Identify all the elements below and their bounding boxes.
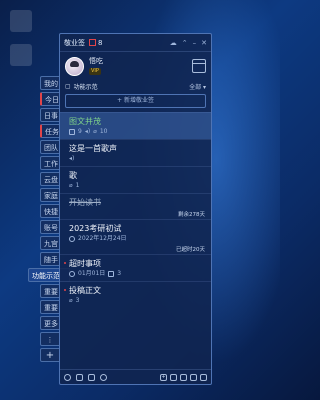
side-tab[interactable]: 账号: [40, 220, 60, 234]
note-item[interactable]: 开始读书: [60, 193, 211, 211]
side-tab[interactable]: 今日: [40, 92, 60, 106]
overdue-badge: 已超时20天: [176, 247, 205, 253]
app-title: 敬业签: [64, 38, 85, 47]
side-tab[interactable]: 工作: [40, 156, 60, 170]
side-tab[interactable]: 我的: [40, 76, 60, 90]
unread-count: 8: [89, 39, 102, 47]
note-title: 歌: [69, 171, 77, 180]
side-tab[interactable]: 日事: [40, 108, 60, 122]
user-name: 悟吃: [89, 57, 103, 65]
list-name: 功能示范: [73, 83, 98, 91]
notes-panel: 敬业签 8 ☁ ⌃ – ✕ 悟吃 VIP ▢ 功能示范 全部 ▾ + 新增敬业签…: [59, 33, 212, 385]
avatar[interactable]: [65, 56, 84, 76]
note-item[interactable]: 图文并茂 9 ◂) ⌀ 10: [60, 112, 211, 139]
add-tab-button[interactable]: +: [40, 348, 60, 362]
reminder-date: 01月01日: [78, 270, 106, 277]
note-count-icon: [89, 39, 96, 46]
note-title: 超时事项: [69, 259, 101, 268]
audio-icon: ◂): [69, 155, 75, 162]
overdue-dot: [64, 262, 66, 264]
clock-icon: [69, 235, 75, 242]
note-title: 图文并茂: [69, 117, 101, 126]
side-tab[interactable]: 团队: [40, 140, 60, 154]
remaining-badge: 剩余278天: [178, 212, 205, 218]
note-item[interactable]: 这是一首歌声 ◂): [60, 139, 211, 166]
minimize-icon[interactable]: –: [193, 39, 197, 47]
cloud-icon[interactable]: ☁: [170, 39, 177, 47]
note-item[interactable]: 投稿正文 ⌀ 3: [60, 281, 211, 308]
side-tab[interactable]: 随手: [40, 252, 60, 266]
side-tab[interactable]: 快捷: [40, 204, 60, 218]
side-tab[interactable]: 重要: [40, 284, 60, 298]
side-tab[interactable]: 更多: [40, 316, 60, 330]
note-item[interactable]: 超时事项 01月01日 3: [60, 254, 211, 281]
attachment-icon: ⌀: [69, 182, 73, 189]
note-item[interactable]: 歌 ⌀ 1: [60, 166, 211, 193]
attachment-icon: ⌀: [69, 297, 73, 304]
calendar-check-icon[interactable]: [76, 373, 83, 381]
count-value: 8: [98, 38, 103, 47]
image-count: 9: [78, 128, 82, 135]
note-title: 开始读书: [69, 198, 101, 207]
search-icon[interactable]: [100, 373, 107, 381]
bottom-toolbar: +: [60, 369, 211, 384]
audio-icon: ◂): [84, 128, 91, 135]
attachment-count: 1: [75, 182, 80, 189]
collapse-icon[interactable]: ⌃: [182, 39, 188, 47]
layout-icon[interactable]: [190, 373, 197, 381]
reminder-date: 2022年12月24日: [78, 235, 127, 242]
image-count: 3: [117, 270, 122, 277]
more-tabs-button[interactable]: ⋮: [40, 332, 60, 346]
history-icon[interactable]: [64, 373, 71, 381]
clock-icon: [69, 270, 75, 277]
note-icon[interactable]: [88, 373, 95, 381]
desktop-icon[interactable]: [10, 10, 32, 32]
settings-icon[interactable]: [200, 373, 207, 381]
note-title: 2023考研初试: [69, 224, 122, 233]
side-tab[interactable]: 任务: [40, 124, 60, 138]
user-header: 悟吃 VIP: [60, 52, 211, 80]
image-icon: [108, 270, 115, 277]
title-bar[interactable]: 敬业签 8 ☁ ⌃ – ✕: [60, 34, 211, 52]
image-icon: [69, 128, 75, 135]
side-tab[interactable]: 云盘: [40, 172, 60, 186]
side-tab[interactable]: 九宫: [40, 236, 60, 250]
list-icon: ▢: [65, 82, 71, 90]
filter-dropdown[interactable]: 全部 ▾: [189, 82, 206, 91]
list-header: ▢ 功能示范 全部 ▾: [60, 80, 211, 92]
flag-dot: [64, 289, 66, 291]
side-tab[interactable]: 重要: [40, 300, 60, 314]
attachment-count: 10: [99, 128, 108, 135]
close-icon[interactable]: ✕: [201, 39, 207, 47]
window-controls: ☁ ⌃ – ✕: [170, 39, 207, 47]
attachment-count: 3: [75, 297, 80, 304]
new-note-button[interactable]: + 新增敬业签: [65, 94, 206, 108]
note-title: 这是一首歌声: [69, 144, 117, 153]
desktop-icon[interactable]: [10, 44, 32, 66]
vip-badge[interactable]: VIP: [89, 68, 101, 75]
note-item[interactable]: 2023考研初试 2022年12月24日: [60, 219, 211, 246]
attachment-icon: ⌀: [93, 128, 97, 135]
team-icon[interactable]: [180, 373, 187, 381]
note-title: 投稿正文: [69, 286, 101, 295]
calendar-icon[interactable]: [192, 59, 206, 73]
side-tabs: 我的 今日 日事 任务 团队 工作 云盘 家庭 快捷 账号 九宫 随手 功能示范…: [28, 76, 70, 364]
side-tab[interactable]: 家庭: [40, 188, 60, 202]
note-meta: 9 ◂) ⌀ 10: [69, 127, 205, 136]
add-icon[interactable]: +: [160, 373, 167, 381]
grid-icon[interactable]: [170, 373, 177, 381]
